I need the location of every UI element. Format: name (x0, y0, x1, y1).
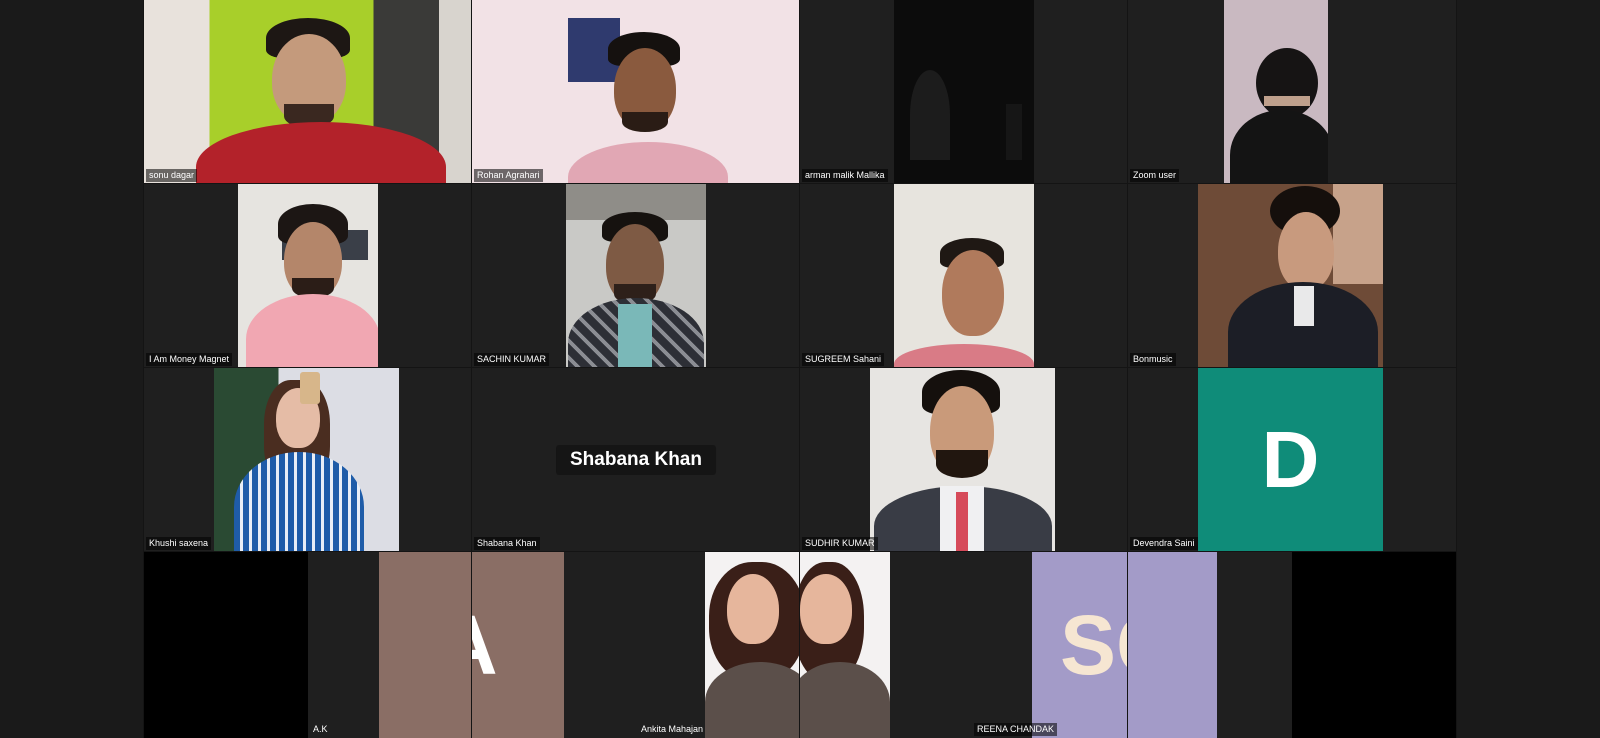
participant-tile-sonu-dagar[interactable]: sonu dagar (143, 0, 473, 185)
participant-tile-shabana-khan[interactable]: Shabana Khan Shabana Khan (471, 367, 801, 553)
participant-name: SACHIN KUMAR (474, 353, 550, 366)
participant-tile-sugreem-sahani[interactable]: SUGREEM Sahani (799, 183, 1129, 369)
participant-video (894, 184, 1034, 368)
participant-name: I Am Money Magnet (146, 353, 233, 366)
participant-tile-reena-chandak[interactable]: SC REENA CHANDAK (799, 551, 1129, 738)
participant-tile-zoom-user[interactable]: Zoom user (1127, 0, 1457, 185)
participant-name: Shabana Khan (474, 537, 540, 550)
participant-name: SUDHIR KUMAR (802, 537, 878, 550)
participant-video (894, 0, 1034, 184)
avatar-initial: A (472, 597, 498, 694)
video-grid: sonu dagar Rohan Agrahari arman malik Ma… (143, 0, 1457, 738)
participant-video (472, 0, 800, 184)
participant-name: Khushi saxena (146, 537, 212, 550)
participant-video (800, 552, 890, 738)
participant-name: SUGREEM Sahani (802, 353, 885, 366)
held-phone (300, 372, 320, 404)
participant-tile-sachin-kumar[interactable]: SACHIN KUMAR (471, 183, 801, 369)
participant-video (870, 368, 1055, 552)
avatar: A (472, 552, 564, 738)
participant-tile-devendra-saini[interactable]: D Devendra Saini (1127, 367, 1457, 553)
participant-tile-rohan-agrahari[interactable]: Rohan Agrahari (471, 0, 801, 185)
participant-video (1198, 184, 1383, 368)
participant-name: Rohan Agrahari (474, 169, 543, 182)
participant-tile-ak[interactable]: A.K (143, 551, 473, 738)
participant-name: Bonmusic (1130, 353, 1176, 366)
participant-name: REENA CHANDAK (974, 723, 1058, 736)
avatar-initial: D (1261, 415, 1320, 504)
participant-tile-arman-malik-mallika[interactable]: arman malik Mallika (799, 0, 1129, 185)
participant-video (214, 368, 399, 552)
participant-name: A.K (313, 724, 328, 734)
participant-video (705, 552, 800, 738)
avatar-initials: SC (1060, 597, 1128, 692)
participant-tile-bonmusic[interactable]: Bonmusic (1127, 183, 1457, 369)
participant-display-name: Shabana Khan (556, 445, 716, 475)
participant-video (238, 184, 378, 368)
participant-video (1224, 0, 1328, 184)
participant-name: sonu dagar (146, 169, 198, 182)
participant-name: Devendra Saini (1130, 537, 1198, 550)
participant-video (566, 184, 706, 368)
avatar (1128, 552, 1217, 738)
participant-video (144, 552, 308, 738)
avatar: SC (1032, 552, 1128, 738)
participant-name: Ankita Mahajan (641, 724, 704, 734)
participant-video (144, 0, 472, 184)
participant-tile-ankita-mahajan[interactable]: A Ankita Mahajan (471, 551, 801, 738)
avatar (379, 552, 472, 738)
participant-video (1292, 552, 1456, 738)
participant-tile-empty (1127, 551, 1457, 738)
participant-tile-sudhir-kumar[interactable]: SUDHIR KUMAR (799, 367, 1129, 553)
participant-tile-i-am-money-magnet[interactable]: I Am Money Magnet (143, 183, 473, 369)
participant-name: arman malik Mallika (802, 169, 888, 182)
avatar: D (1198, 368, 1383, 552)
participant-tile-khushi-saxena[interactable]: Khushi saxena (143, 367, 473, 553)
participant-name: Zoom user (1130, 169, 1180, 182)
